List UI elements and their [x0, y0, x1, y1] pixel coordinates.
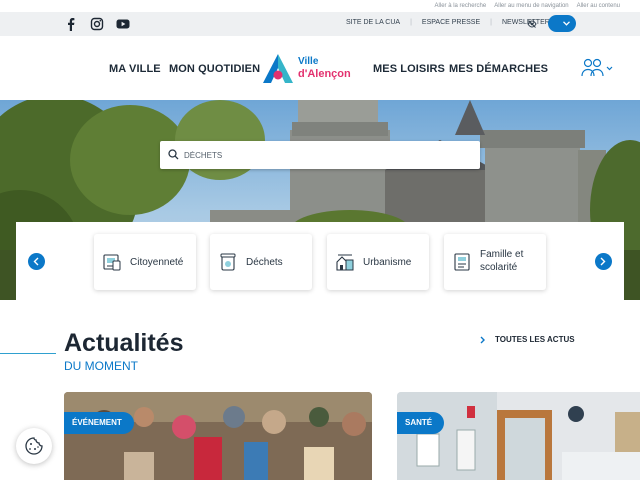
skip-to-nav-link[interactable]: Aller au menu de navigation: [494, 3, 568, 9]
quick-access-panel: Citoyenneté Déchets Urbanisme Famille et…: [16, 222, 624, 300]
search-bar[interactable]: [160, 141, 480, 169]
all-news-label: TOUTES LES ACTUS: [495, 335, 575, 344]
top-bar: SITE DE LA CUA | ESPACE PRESSE | NEWSLET…: [0, 12, 640, 36]
city-logo[interactable]: Ville d'Alençon: [261, 52, 361, 86]
family-profile-icon[interactable]: [581, 58, 613, 78]
nav-ma-ville[interactable]: MA VILLE: [109, 63, 161, 75]
chevron-left-icon: [33, 257, 39, 266]
nav-mon-quotidien[interactable]: MON QUOTIDIEN: [169, 63, 260, 75]
instagram-icon[interactable]: [90, 17, 104, 31]
page: Aller à la recherche Aller au menu de na…: [0, 0, 640, 480]
quick-link-citoyennete[interactable]: Citoyenneté: [94, 234, 196, 290]
logo-line1: Ville: [298, 56, 319, 67]
nav-mes-demarches[interactable]: MES DÉMARCHES: [449, 63, 548, 75]
quick-link-label: Citoyenneté: [130, 257, 184, 268]
divider: |: [490, 19, 492, 26]
quick-link-label-line2: scolarité: [480, 262, 518, 273]
top-link-press[interactable]: ESPACE PRESSE: [422, 19, 480, 26]
quick-link-famille-scolarite[interactable]: Famille et scolarité: [444, 234, 546, 290]
waste-bin-icon: [220, 253, 236, 271]
search-icon: [168, 149, 179, 160]
section-divider-line: [0, 353, 56, 354]
quick-link-label: Déchets: [246, 257, 283, 268]
logo-line2: d'Alençon: [298, 68, 351, 80]
social-links: [64, 17, 130, 31]
news-card-health[interactable]: SANTÉ: [397, 392, 640, 480]
family-school-icon: [454, 253, 470, 271]
quick-link-label-line1: Famille et: [480, 249, 524, 260]
quick-link-dechets[interactable]: Déchets: [210, 234, 312, 290]
divider: |: [410, 19, 412, 26]
youtube-icon[interactable]: [116, 17, 130, 31]
cookie-icon: [25, 437, 43, 455]
top-link-newsletter[interactable]: NEWSLETTER: [502, 19, 550, 26]
skip-to-content-link[interactable]: Aller au contenu: [577, 3, 620, 9]
news-card-event[interactable]: ÉVÉNEMENT: [64, 392, 372, 480]
language-dropdown[interactable]: [548, 15, 576, 32]
top-link-cua[interactable]: SITE DE LA CUA: [346, 19, 400, 26]
chevron-right-icon: [480, 336, 485, 344]
nav-mes-loisirs[interactable]: MES LOISIRS: [373, 63, 445, 75]
quick-link-urbanisme[interactable]: Urbanisme: [327, 234, 429, 290]
search-input[interactable]: [184, 147, 464, 163]
top-links: SITE DE LA CUA | ESPACE PRESSE | NEWSLET…: [346, 19, 550, 26]
quick-link-label: Urbanisme: [363, 257, 412, 268]
cookie-settings-button[interactable]: [16, 428, 52, 464]
news-photo-clinic: [397, 392, 640, 480]
quick-link-label: Famille et scolarité: [480, 248, 523, 274]
logo-mark-icon: [263, 54, 293, 83]
news-section-title: Actualités: [64, 329, 184, 357]
carousel-next-button[interactable]: [595, 253, 612, 270]
category-badge: SANTÉ: [397, 412, 445, 434]
skip-links: Aller à la recherche Aller au menu de na…: [435, 0, 620, 12]
category-badge: ÉVÉNEMENT: [64, 412, 134, 434]
carousel-prev-button[interactable]: [28, 253, 45, 270]
chevron-right-icon: [600, 257, 606, 266]
eye-slash-icon[interactable]: [527, 19, 537, 29]
chevron-down-icon: [563, 21, 570, 26]
news-section-subtitle: DU MOMENT: [64, 359, 138, 373]
facebook-icon[interactable]: [64, 17, 78, 31]
news-photo-crowd: [64, 392, 372, 480]
urban-planning-icon: [336, 254, 354, 271]
main-header: MA VILLE MON QUOTIDIEN Ville d'Alençon M…: [0, 36, 640, 100]
citizenship-icon: [103, 254, 121, 271]
skip-to-search-link[interactable]: Aller à la recherche: [435, 3, 487, 9]
